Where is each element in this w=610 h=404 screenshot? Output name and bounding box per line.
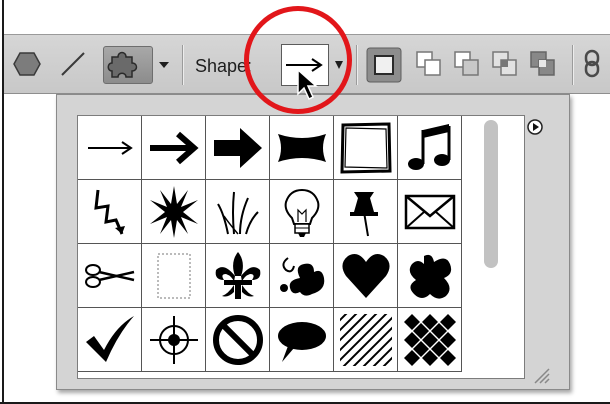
splat-icon [409, 254, 452, 299]
panel-menu-icon[interactable] [527, 119, 543, 135]
shape-picker-panel [56, 94, 570, 390]
checkmark-icon [86, 316, 134, 362]
mouse-cursor-icon [297, 68, 318, 101]
shape-cell[interactable] [334, 308, 398, 372]
heart-icon [342, 254, 390, 298]
shape-cell[interactable] [270, 116, 334, 180]
scissors-icon [85, 264, 135, 288]
new-layer-mode-icon[interactable] [366, 47, 402, 83]
ornament-icon [280, 257, 325, 296]
shape-cell[interactable] [270, 308, 334, 372]
shape-grid [77, 115, 525, 379]
fleur-de-lis-icon [215, 252, 261, 299]
banner-icon [278, 134, 326, 162]
pushpin-icon [350, 192, 378, 237]
combine-mode-icon[interactable] [412, 47, 446, 81]
shape-cell[interactable] [142, 116, 206, 180]
shape-cell[interactable] [206, 116, 270, 180]
frame-icon [340, 122, 392, 174]
arrow-bold-icon [214, 128, 262, 168]
shape-cell[interactable] [78, 180, 142, 244]
speech-bubble-icon [278, 322, 326, 362]
shape-cell[interactable] [206, 244, 270, 308]
shape-cell[interactable] [334, 180, 398, 244]
stamp-icon [157, 253, 191, 299]
diagonal-lines-icon [340, 314, 392, 366]
shape-cell[interactable] [142, 180, 206, 244]
shape-cell[interactable] [398, 308, 462, 372]
subtract-mode-icon[interactable] [450, 47, 484, 81]
starburst-icon [150, 186, 198, 238]
custom-shape-tool-button[interactable] [103, 46, 153, 84]
shape-cell[interactable] [398, 244, 462, 308]
target-icon [150, 316, 198, 364]
lightbulb-icon [284, 188, 320, 237]
intersect-mode-icon[interactable] [488, 47, 522, 81]
shape-cell[interactable] [270, 180, 334, 244]
shape-cell[interactable] [398, 116, 462, 180]
checkerboard-icon [404, 314, 456, 366]
exclude-mode-icon[interactable] [526, 47, 560, 81]
lightning-icon [94, 189, 125, 235]
line-tool-icon[interactable] [58, 49, 88, 79]
shape-cell[interactable] [78, 308, 142, 372]
shape-cell[interactable] [334, 244, 398, 308]
arrow-thin-icon [88, 141, 133, 155]
arrow-medium-icon [150, 131, 199, 165]
link-icon[interactable] [582, 49, 602, 79]
shape-cell[interactable] [206, 308, 270, 372]
grass-icon [217, 191, 259, 235]
shape-cell[interactable] [78, 244, 142, 308]
polygon-tool-icon[interactable] [12, 49, 42, 79]
shape-cell[interactable] [398, 180, 462, 244]
envelope-icon [404, 194, 456, 230]
music-note-icon [408, 124, 451, 170]
shape-cell[interactable] [270, 244, 334, 308]
shape-cell[interactable] [78, 116, 142, 180]
resize-grip-icon[interactable] [529, 363, 551, 385]
puzzle-icon [107, 51, 138, 78]
shape-cell[interactable] [334, 116, 398, 180]
scrollbar-thumb[interactable] [484, 120, 498, 268]
shape-cell[interactable] [142, 244, 206, 308]
shape-cell[interactable] [206, 180, 270, 244]
no-sign-icon [213, 315, 263, 365]
chevron-down-icon[interactable] [158, 61, 170, 69]
shape-cell[interactable] [142, 308, 206, 372]
